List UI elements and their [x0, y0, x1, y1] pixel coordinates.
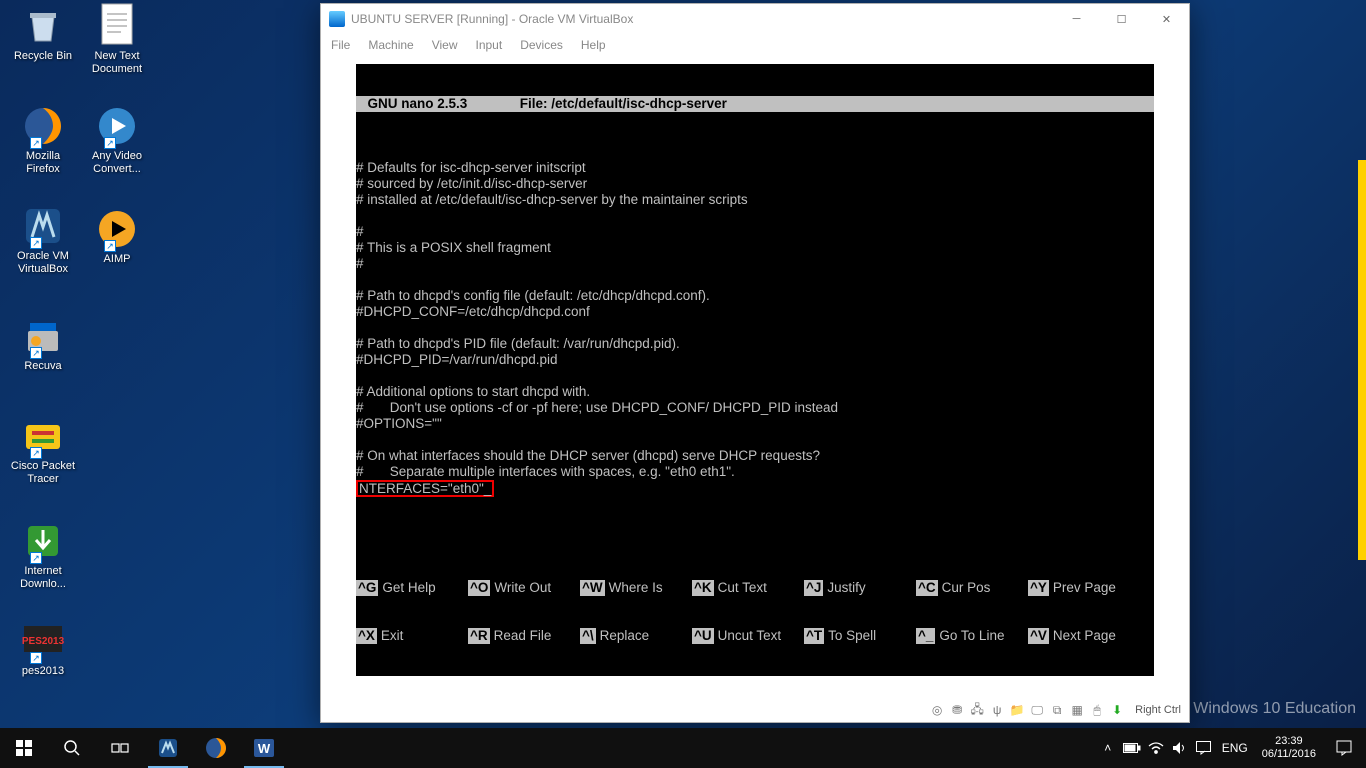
desktop-icon-recuva[interactable]: ↗Recuva	[8, 315, 78, 373]
menu-machine[interactable]: Machine	[368, 38, 413, 52]
desktop-icon-aimp[interactable]: ↗AIMP	[82, 208, 152, 266]
minimize-button[interactable]: ─	[1054, 4, 1099, 34]
tray-clock[interactable]: 23:39 06/11/2016	[1254, 735, 1324, 761]
virtualbox-window[interactable]: UBUNTU SERVER [Running] - Oracle VM Virt…	[320, 3, 1190, 723]
desktop-icon-mozilla-firefox[interactable]: ↗Mozilla Firefox	[8, 105, 78, 176]
desktop-icon-new-text-document[interactable]: New Text Document	[82, 5, 152, 76]
nano-header: GNU nano 2.5.3 File: /etc/default/isc-dh…	[356, 96, 1154, 112]
desktop-icon-any-video-convert-[interactable]: ↗Any Video Convert...	[82, 105, 152, 176]
virtualbox-icon	[329, 11, 345, 27]
sb-hdd-icon[interactable]: ⛃	[949, 702, 965, 718]
tray-time: 23:39	[1262, 735, 1316, 748]
virtualbox-menubar: File Machine View Input Devices Help	[321, 34, 1189, 56]
desktop-icon-pes2013[interactable]: PES2013↗pes2013	[8, 620, 78, 678]
sb-keyboard-icon[interactable]: ⬇	[1109, 702, 1125, 718]
start-button[interactable]	[0, 728, 48, 768]
desktop-icon-oracle-vm-virtualbox[interactable]: ↗Oracle VM VirtualBox	[8, 205, 78, 276]
windows-watermark: Windows 10 Education	[1193, 700, 1356, 718]
sb-usb-icon[interactable]: ψ	[989, 702, 1005, 718]
close-button[interactable]: ✕	[1144, 4, 1189, 34]
maximize-button[interactable]: ☐	[1099, 4, 1144, 34]
taskbar-app-virtualbox[interactable]	[144, 728, 192, 768]
menu-input[interactable]: Input	[476, 38, 503, 52]
taskbar[interactable]: W ˄ ENG 23:39 06/11/2016	[0, 728, 1366, 768]
sb-cpu-icon[interactable]: ▦	[1069, 702, 1085, 718]
tray-date: 06/11/2016	[1262, 748, 1316, 761]
sb-optical-icon[interactable]: ◎	[929, 702, 945, 718]
desktop-icon-cisco-packet-tracer[interactable]: ↗Cisco Packet Tracer	[8, 415, 78, 486]
vm-console[interactable]: GNU nano 2.5.3 File: /etc/default/isc-dh…	[356, 64, 1154, 676]
tray-wifi-icon[interactable]	[1144, 728, 1168, 768]
menu-help[interactable]: Help	[581, 38, 606, 52]
sb-shared-icon[interactable]: 📁	[1009, 702, 1025, 718]
tray-battery-icon[interactable]	[1120, 728, 1144, 768]
desktop-icon-internet-downlo-[interactable]: ↗Internet Downlo...	[8, 520, 78, 591]
search-button[interactable]	[48, 728, 96, 768]
sb-record-icon[interactable]: ⧉	[1049, 702, 1065, 718]
svg-text:W: W	[258, 741, 271, 756]
tray-volume-icon[interactable]	[1168, 728, 1192, 768]
sb-mouse-icon[interactable]: 🖱	[1089, 702, 1105, 718]
svg-text:PES2013: PES2013	[22, 636, 64, 647]
screen-edge-accent	[1358, 160, 1366, 560]
taskbar-app-firefox[interactable]	[192, 728, 240, 768]
nano-body[interactable]: # Defaults for isc-dhcp-server initscrip…	[356, 144, 1154, 496]
tray-chevron-up-icon[interactable]: ˄	[1096, 728, 1120, 768]
nano-footer: ^GGet Help^OWrite Out^WWhere Is^KCut Tex…	[356, 548, 1154, 676]
window-title: UBUNTU SERVER [Running] - Oracle VM Virt…	[351, 12, 1054, 26]
sb-display-icon[interactable]: 🖵	[1029, 702, 1045, 718]
menu-devices[interactable]: Devices	[520, 38, 563, 52]
window-titlebar[interactable]: UBUNTU SERVER [Running] - Oracle VM Virt…	[321, 4, 1189, 34]
desktop-icon-recycle-bin[interactable]: Recycle Bin	[8, 5, 78, 63]
tray-action-center-icon[interactable]	[1192, 728, 1216, 768]
menu-view[interactable]: View	[432, 38, 458, 52]
tray-notifications-icon[interactable]	[1324, 728, 1364, 768]
sb-network-icon[interactable]: 🖧	[969, 702, 985, 718]
menu-file[interactable]: File	[331, 38, 350, 52]
tray-language[interactable]: ENG	[1216, 741, 1254, 755]
host-key-label[interactable]: Right Ctrl	[1135, 704, 1181, 716]
taskbar-app-word[interactable]: W	[240, 728, 288, 768]
task-view-button[interactable]	[96, 728, 144, 768]
system-tray: ˄ ENG 23:39 06/11/2016	[1094, 728, 1366, 768]
virtualbox-statusbar: ◎ ⛃ 🖧 ψ 📁 🖵 ⧉ ▦ 🖱 ⬇ Right Ctrl	[921, 698, 1189, 722]
